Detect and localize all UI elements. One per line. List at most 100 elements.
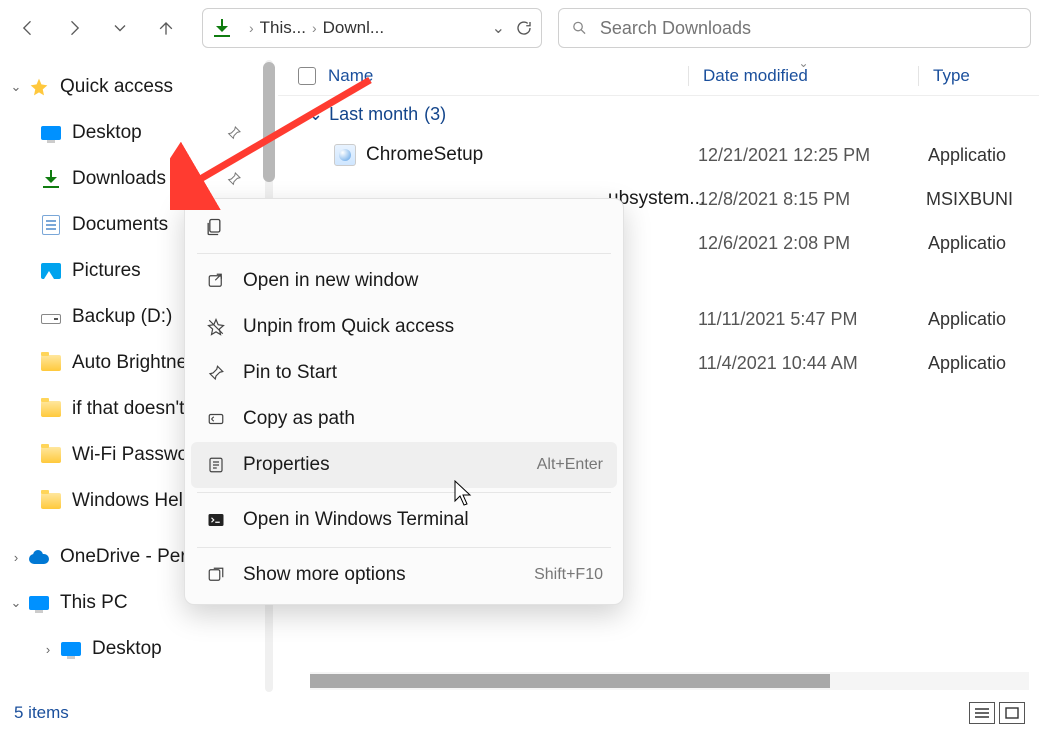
group-header[interactable]: ⌄ Last month (3): [278, 96, 1039, 133]
quick-access-node[interactable]: ⌄ Quick access: [6, 64, 260, 110]
menu-shortcut: Alt+Enter: [537, 456, 603, 474]
properties-icon: [205, 454, 227, 476]
file-row[interactable]: ChromeSetup 12/21/2021 12:25 PM Applicat…: [278, 133, 1039, 177]
pictures-icon: [40, 260, 62, 282]
file-type: MSIXBUNI: [912, 189, 1013, 210]
sidebar-item-label: Documents: [72, 214, 168, 236]
pc-icon: [28, 592, 50, 614]
sidebar-item-label: Desktop: [72, 122, 142, 144]
quick-access-label: Quick access: [60, 76, 173, 98]
sidebar-item-desktop[interactable]: Desktop: [6, 110, 260, 156]
column-date[interactable]: ⌄ Date modified: [688, 66, 918, 86]
thispc-label: This PC: [60, 592, 128, 614]
star-icon: [28, 76, 50, 98]
file-type: Applicatio: [914, 309, 1006, 330]
folder-icon: [40, 398, 62, 420]
column-type[interactable]: Type: [918, 66, 970, 86]
sidebar-item-label: Backup (D:): [72, 306, 172, 328]
sort-indicator-icon: ⌄: [798, 56, 808, 70]
pin-icon[interactable]: [226, 125, 242, 141]
downloads-icon: [211, 17, 233, 39]
sidebar-item-label: if that doesn't: [72, 398, 184, 420]
content-h-scrollbar[interactable]: [310, 672, 1029, 690]
breadcrumb-sep: ›: [312, 20, 317, 36]
unpin-icon: [205, 316, 227, 338]
file-date: 12/8/2021 8:15 PM: [684, 189, 912, 210]
menu-pin-start[interactable]: Pin to Start: [191, 350, 617, 396]
downloads-icon: [40, 168, 62, 190]
file-type: Applicatio: [914, 233, 1006, 254]
up-button[interactable]: [146, 8, 186, 48]
search-icon: [571, 19, 588, 37]
column-name-label: Name: [328, 66, 373, 86]
copy-icon[interactable]: [203, 216, 225, 238]
file-date: 12/21/2021 12:25 PM: [684, 145, 914, 166]
menu-label: Unpin from Quick access: [243, 316, 454, 338]
refresh-icon[interactable]: [515, 19, 533, 37]
desktop-icon: [60, 638, 82, 660]
sidebar-item-label: Desktop: [92, 638, 162, 660]
menu-terminal[interactable]: Open in Windows Terminal: [191, 497, 617, 543]
menu-shortcut: Shift+F10: [534, 566, 603, 584]
recent-button[interactable]: [100, 8, 140, 48]
search-box[interactable]: [558, 8, 1031, 48]
breadcrumb-seg-2[interactable]: Downl...: [323, 18, 384, 38]
menu-properties[interactable]: Properties Alt+Enter: [191, 442, 617, 488]
column-name[interactable]: Name: [278, 66, 688, 86]
back-button[interactable]: [8, 8, 48, 48]
address-bar[interactable]: › This... › Downl... ⌄: [202, 8, 542, 48]
file-name: ChromeSetup: [366, 144, 483, 166]
column-type-label: Type: [933, 66, 970, 85]
drive-icon: [40, 306, 62, 328]
new-window-icon: [205, 270, 227, 292]
chevron-down-icon[interactable]: ⌄: [8, 595, 24, 611]
context-menu: Open in new window Unpin from Quick acce…: [184, 198, 624, 605]
menu-label: Open in new window: [243, 270, 418, 292]
breadcrumb-sep: ›: [249, 20, 254, 36]
path-icon: [205, 408, 227, 430]
thispc-item-desktop[interactable]: › Desktop: [6, 626, 260, 672]
menu-label: Copy as path: [243, 408, 355, 430]
sidebar-item-downloads[interactable]: Downloads: [6, 156, 260, 202]
menu-unpin-quick[interactable]: Unpin from Quick access: [191, 304, 617, 350]
pin-icon[interactable]: [226, 171, 242, 187]
menu-label: Pin to Start: [243, 362, 337, 384]
cloud-icon: [28, 546, 50, 568]
onedrive-label: OneDrive - Pers: [60, 546, 196, 568]
search-input[interactable]: [598, 17, 1018, 40]
folder-icon: [40, 352, 62, 374]
chevron-down-icon[interactable]: ⌄: [492, 18, 505, 38]
menu-more-options[interactable]: Show more options Shift+F10: [191, 552, 617, 598]
desktop-icon: [40, 122, 62, 144]
sidebar-item-label: Wi-Fi Passwor: [72, 444, 194, 466]
document-icon: [40, 214, 62, 236]
chevron-right-icon[interactable]: ›: [8, 550, 24, 565]
more-icon: [205, 564, 227, 586]
file-date: 12/6/2021 2:08 PM: [684, 233, 914, 254]
sidebar-item-label: Downloads: [72, 168, 166, 190]
chevron-right-icon[interactable]: ›: [40, 642, 56, 657]
view-details-button[interactable]: [969, 702, 995, 724]
column-date-label: Date modified: [703, 66, 808, 85]
select-all-checkbox[interactable]: [298, 67, 316, 85]
menu-copy-path[interactable]: Copy as path: [191, 396, 617, 442]
status-bar: 5 items: [0, 696, 1039, 730]
chevron-down-icon[interactable]: ⌄: [8, 79, 24, 95]
view-thumbnails-button[interactable]: [999, 702, 1025, 724]
menu-open-new-window[interactable]: Open in new window: [191, 258, 617, 304]
file-date: 11/11/2021 5:47 PM: [684, 309, 914, 330]
folder-icon: [40, 444, 62, 466]
breadcrumb-seg-1[interactable]: This...: [260, 18, 306, 38]
status-text: 5 items: [14, 703, 69, 723]
menu-label: Show more options: [243, 564, 406, 586]
folder-icon: [40, 490, 62, 512]
file-type: Applicatio: [914, 145, 1006, 166]
terminal-icon: [205, 509, 227, 531]
group-count: (3): [424, 104, 446, 125]
app-icon: [334, 144, 356, 166]
file-date: 11/4/2021 10:44 AM: [684, 353, 914, 374]
pin-icon: [205, 362, 227, 384]
menu-label: Properties: [243, 454, 330, 476]
group-label: Last month: [329, 104, 418, 125]
forward-button[interactable]: [54, 8, 94, 48]
